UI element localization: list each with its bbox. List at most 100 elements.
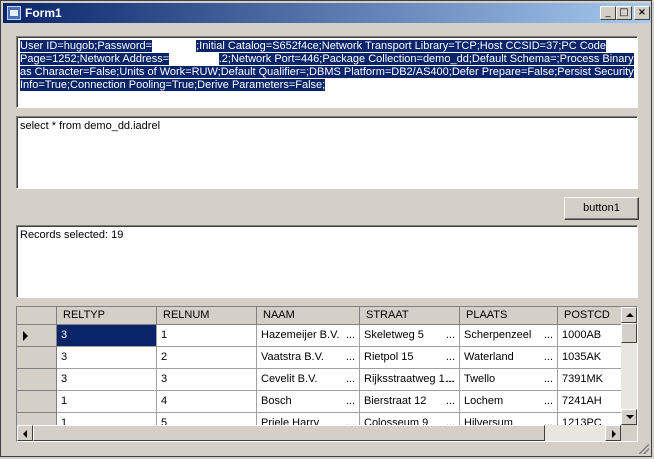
resize-grip-icon[interactable] xyxy=(639,444,649,454)
grid-cell-reltyp[interactable]: 1 xyxy=(57,391,157,413)
grid-cell-naam[interactable]: Vaatstra B.V.... xyxy=(257,347,360,369)
cell-text: 1035AK xyxy=(562,351,602,363)
grid-cell-naam[interactable]: Priele Harry... xyxy=(257,413,360,425)
app-icon[interactable] xyxy=(7,6,21,20)
column-header-plaats[interactable]: PLAATS xyxy=(460,307,558,325)
scroll-down-icon xyxy=(626,415,634,419)
row-header[interactable] xyxy=(17,391,57,413)
grid-cell-naam[interactable]: Cevelit B.V.... xyxy=(257,369,360,391)
data-grid[interactable]: RELTYP RELNUM NAAM STRAAT PLAATS POSTCD 3 1 Haze… xyxy=(16,306,638,442)
grid-cell-relnum[interactable]: 2 xyxy=(157,347,257,369)
vertical-scroll-thumb[interactable] xyxy=(621,323,637,343)
cell-ellipsis-button[interactable]: ... xyxy=(446,391,455,412)
cell-text: 2 xyxy=(161,351,168,363)
grid-cell-straat[interactable]: Colosseum 9... xyxy=(360,413,460,425)
cell-ellipsis-button[interactable]: ... xyxy=(346,391,355,412)
minimize-button[interactable]: _ xyxy=(600,6,616,20)
cell-text: 1 xyxy=(161,329,168,341)
column-header-postcd[interactable]: POSTCD xyxy=(558,307,621,325)
network-address-mask: xxxxxxxxx xyxy=(169,53,219,65)
cell-ellipsis-button[interactable]: ... xyxy=(544,325,553,346)
grid-cell-plaats[interactable]: Hilversum... xyxy=(460,413,558,425)
grid-cell-reltyp[interactable]: 3 xyxy=(57,347,157,369)
grid-cell-relnum[interactable]: 4 xyxy=(157,391,257,413)
scroll-right-button[interactable] xyxy=(605,425,621,441)
grid-cell-relnum[interactable]: 1 xyxy=(157,325,257,347)
cell-ellipsis-button[interactable]: ... xyxy=(446,347,455,368)
column-header-relnum[interactable]: RELNUM xyxy=(157,307,257,325)
cell-ellipsis-button[interactable]: ... xyxy=(544,413,553,425)
grid-cell-plaats[interactable]: Waterland... xyxy=(460,347,558,369)
grid-cell-straat[interactable]: Bierstraat 12... xyxy=(360,391,460,413)
grid-cell-straat[interactable]: Rijksstraatweg 1...... xyxy=(360,369,460,391)
cell-ellipsis-button[interactable]: ... xyxy=(446,325,455,346)
cell-text: 3 xyxy=(161,373,168,385)
cell-text: 1000AB xyxy=(562,329,602,341)
close-button[interactable]: × xyxy=(634,6,650,20)
cell-text: 3 xyxy=(61,373,68,385)
result-text: Records selected: 19 xyxy=(20,229,124,241)
grid-cell-relnum[interactable]: 3 xyxy=(157,369,257,391)
horizontal-scroll-thumb[interactable] xyxy=(33,425,545,441)
grid-cell-plaats[interactable]: Scherpenzeel... xyxy=(460,325,558,347)
grid-cell-reltyp[interactable]: 3 xyxy=(57,369,157,391)
grid-cell-reltyp[interactable]: 1 xyxy=(57,413,157,425)
scroll-down-button[interactable] xyxy=(621,409,637,425)
cell-ellipsis-button[interactable]: ... xyxy=(346,369,355,390)
cell-text: 5 xyxy=(161,417,168,425)
horizontal-scrollbar[interactable] xyxy=(17,425,621,441)
grid-cell-postcd[interactable]: 1035AK xyxy=(558,347,621,369)
result-textbox[interactable]: Records selected: 19 xyxy=(16,225,638,298)
cell-ellipsis-button[interactable]: ... xyxy=(544,347,553,368)
column-header-reltyp[interactable]: RELTYP xyxy=(57,307,157,325)
scroll-up-icon xyxy=(626,313,634,317)
column-header-naam[interactable]: NAAM xyxy=(257,307,360,325)
password-mask: xxxxxxxx xyxy=(152,40,197,52)
cell-text: Hilversum xyxy=(464,417,513,425)
cell-text: Rietpol 15 xyxy=(364,351,414,363)
grid-cell-naam[interactable]: Bosch... xyxy=(257,391,360,413)
maximize-button[interactable]: □ xyxy=(616,6,632,20)
cell-ellipsis-button[interactable]: ... xyxy=(346,347,355,368)
cell-text: Waterland xyxy=(464,351,514,363)
cell-ellipsis-button[interactable]: ... xyxy=(446,413,455,425)
button1[interactable]: button1 xyxy=(564,197,639,220)
connection-string-textbox[interactable]: User ID=hugob;Password=xxxxxxxx;Initial … xyxy=(16,36,638,108)
connection-string-part1: User ID=hugob;Password= xyxy=(20,40,153,52)
column-header-straat[interactable]: STRAAT xyxy=(360,307,460,325)
grid-cell-postcd[interactable]: 7391MK xyxy=(558,369,621,391)
scroll-left-button[interactable] xyxy=(17,425,33,441)
cell-ellipsis-button[interactable]: ... xyxy=(544,391,553,412)
grid-corner-header[interactable] xyxy=(17,307,57,325)
grid-cell-straat[interactable]: Rietpol 15... xyxy=(360,347,460,369)
grid-cell-reltyp[interactable]: 3 xyxy=(57,325,157,347)
cell-text: Cevelit B.V. xyxy=(261,373,318,385)
cell-text: 7241AH xyxy=(562,395,602,407)
cell-text: Colosseum 9 xyxy=(364,417,429,425)
cell-text: 1 xyxy=(61,417,68,425)
cell-text: 1213PC xyxy=(562,417,602,425)
vertical-scrollbar[interactable] xyxy=(621,307,637,425)
grid-cell-relnum[interactable]: 5 xyxy=(157,413,257,425)
cell-text: 7391MK xyxy=(562,373,603,385)
grid-cell-postcd[interactable]: 1213PC xyxy=(558,413,621,425)
row-header[interactable] xyxy=(17,369,57,391)
cell-ellipsis-button[interactable]: ... xyxy=(346,325,355,346)
grid-cell-postcd[interactable]: 1000AB xyxy=(558,325,621,347)
grid-cell-plaats[interactable]: Lochem... xyxy=(460,391,558,413)
cell-ellipsis-button[interactable]: ... xyxy=(346,413,355,425)
grid-cell-plaats[interactable]: Twello... xyxy=(460,369,558,391)
scroll-up-button[interactable] xyxy=(621,307,637,323)
sql-query-textbox[interactable]: select * from demo_dd.iadrel xyxy=(16,116,638,189)
cell-ellipsis-button[interactable]: ... xyxy=(544,369,553,390)
grid-cell-postcd[interactable]: 7241AH xyxy=(558,391,621,413)
form1-window: Form1 _ □ × User ID=hugob;Password=xxxxx… xyxy=(0,0,652,457)
cell-ellipsis-button[interactable]: ... xyxy=(446,369,455,390)
cell-text: 3 xyxy=(61,351,68,363)
row-header[interactable] xyxy=(17,413,57,425)
title-bar[interactable]: Form1 _ □ × xyxy=(3,3,651,23)
grid-cell-naam[interactable]: Hazemeijer B.V.... xyxy=(257,325,360,347)
grid-cell-straat[interactable]: Skeletweg 5... xyxy=(360,325,460,347)
row-header[interactable] xyxy=(17,347,57,369)
row-header[interactable] xyxy=(17,325,57,347)
